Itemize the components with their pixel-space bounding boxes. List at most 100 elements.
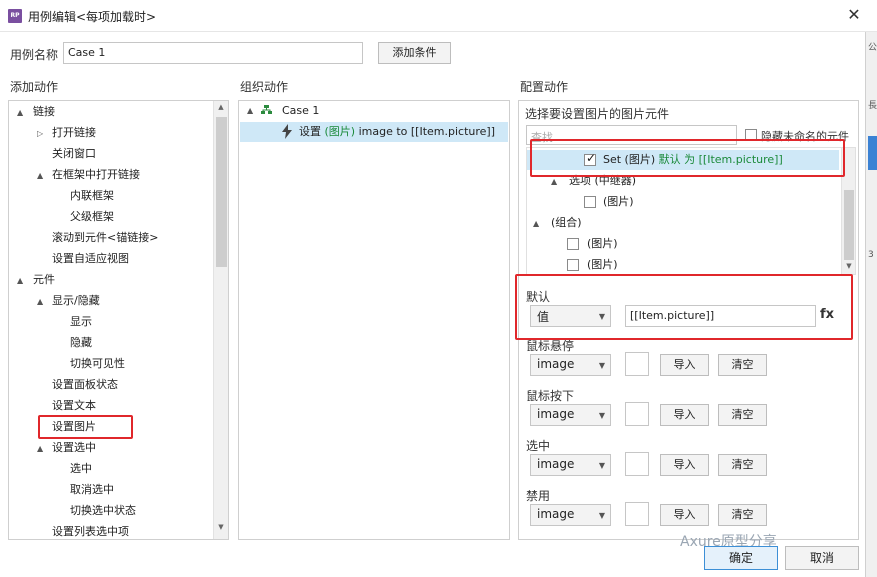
widget-set-value: 默认 为 [[Item.picture]]	[655, 153, 783, 166]
search-placeholder: 查找	[531, 131, 553, 144]
import-button[interactable]: 导入	[660, 504, 709, 526]
configure-actions-panel: 选择要设置图片的图片元件 查找 隐藏未命名的元件 ✓ Set (图片) 默认 为 …	[518, 100, 859, 540]
scroll-down-arrow-icon[interactable]: ▼	[215, 523, 227, 531]
scroll-up-arrow-icon[interactable]: ▲	[215, 103, 227, 111]
image-preview-swatch[interactable]	[625, 452, 649, 476]
background-blue-chip	[868, 136, 877, 170]
widget-label: (组合)	[551, 216, 582, 229]
default-value-input[interactable]: [[Item.picture]]	[625, 305, 816, 327]
action-item[interactable]: 显示/隐藏	[52, 292, 100, 310]
default-type-select[interactable]: 值 ▼	[530, 305, 611, 327]
tree-expander-icon[interactable]: ▲	[37, 171, 43, 180]
state-label: 鼠标悬停	[526, 339, 575, 353]
action-item[interactable]: 设置面板状态	[52, 376, 118, 394]
organize-actions-panel: ▲ Case 1 设置 (图片) image to [[Item.picture…	[238, 100, 510, 540]
widget-scroll-down-icon[interactable]: ▼	[843, 262, 855, 270]
action-item[interactable]: 父级框架	[70, 208, 114, 226]
action-set-image-label[interactable]: 设置 (图片) image to [[Item.picture]]	[299, 123, 495, 141]
add-actions-heading: 添加动作	[10, 80, 59, 94]
tree-expander-icon[interactable]: ▲	[37, 297, 43, 306]
action-item[interactable]: 切换选中状态	[70, 502, 136, 520]
widget-checkbox[interactable]	[567, 238, 579, 250]
background-text-3: 3	[868, 250, 874, 260]
action-item[interactable]: 选中	[70, 460, 92, 478]
tree-expander-icon[interactable]: ▲	[37, 444, 43, 453]
chevron-down-icon: ▼	[598, 312, 605, 321]
state-type-select[interactable]: image ▼	[530, 504, 611, 526]
clear-button[interactable]: 清空	[718, 354, 767, 376]
action-item[interactable]: 滚动到元件<锚链接>	[52, 229, 158, 247]
clear-button[interactable]: 清空	[718, 504, 767, 526]
action-item[interactable]: 打开链接	[52, 124, 96, 142]
cancel-button[interactable]: 取消	[785, 546, 859, 570]
image-preview-swatch[interactable]	[625, 402, 649, 426]
widget-search-input[interactable]: 查找	[526, 125, 737, 145]
widget-expander-icon[interactable]: ▲	[551, 177, 557, 186]
widget-checkbox[interactable]	[584, 196, 596, 208]
action-item[interactable]: 设置图片	[52, 418, 96, 436]
widget-item[interactable]: Set (图片) 默认 为 [[Item.picture]]	[603, 151, 783, 169]
tree-expander-icon[interactable]: ▲	[17, 276, 23, 285]
action-suffix: image to [[Item.picture]]	[355, 125, 496, 138]
state-type-select[interactable]: image ▼	[530, 354, 611, 376]
window-title: 用例编辑<每项加载时>	[28, 10, 157, 24]
widget-checkbox[interactable]	[567, 259, 579, 271]
action-item[interactable]: 切换可见性	[70, 355, 125, 373]
action-item[interactable]: 取消选中	[70, 481, 114, 499]
widget-item[interactable]: (组合)	[551, 214, 582, 232]
background-window-edge	[865, 32, 877, 577]
chevron-down-icon: ▼	[598, 361, 605, 370]
add-actions-scrollbar[interactable]: ▲ ▼	[213, 101, 228, 539]
widget-item[interactable]: (图片)	[587, 256, 618, 274]
action-item[interactable]: 内联框架	[70, 187, 114, 205]
import-button[interactable]: 导入	[660, 354, 709, 376]
widget-tree-scroll-thumb[interactable]	[844, 190, 854, 260]
action-item[interactable]: 显示	[70, 313, 92, 331]
widget-label: (图片)	[603, 195, 634, 208]
clear-button[interactable]: 清空	[718, 454, 767, 476]
fx-button[interactable]: fx	[820, 307, 834, 322]
add-actions-scroll-thumb[interactable]	[216, 117, 227, 267]
clear-button[interactable]: 清空	[718, 404, 767, 426]
widget-expander-icon[interactable]: ▲	[533, 219, 539, 228]
hide-unnamed-checkbox[interactable]	[745, 129, 757, 141]
ok-button[interactable]: 确定	[704, 546, 778, 570]
action-item[interactable]: 元件	[33, 271, 55, 289]
case-expander-icon[interactable]: ▲	[247, 106, 253, 115]
action-item[interactable]: 设置列表选中项	[52, 523, 129, 539]
state-type-select[interactable]: image ▼	[530, 404, 611, 426]
image-preview-swatch[interactable]	[625, 502, 649, 526]
action-item[interactable]: 关闭窗口	[52, 145, 96, 163]
default-type-value: 值	[537, 310, 550, 324]
tree-expander-icon[interactable]: ▷	[37, 129, 43, 138]
add-condition-button[interactable]: 添加条件	[378, 42, 451, 64]
state-type-value: image	[537, 407, 575, 421]
case-name-input[interactable]: Case 1	[63, 42, 363, 64]
widget-tree-scrollbar[interactable]: ▼	[841, 148, 855, 274]
action-item[interactable]: 链接	[33, 103, 55, 121]
chevron-down-icon: ▼	[598, 411, 605, 420]
title-bar: RP 用例编辑<每项加载时> ✕	[0, 0, 877, 32]
state-type-value: image	[537, 457, 575, 471]
widget-item[interactable]: 选项 (中继器)	[569, 172, 636, 190]
hide-unnamed-label: 隐藏未命名的元件	[761, 130, 849, 143]
checkmark-icon: ✓	[586, 151, 597, 165]
widget-checkbox[interactable]: ✓	[584, 151, 597, 166]
action-item[interactable]: 设置自适应视图	[52, 250, 129, 268]
action-item[interactable]: 设置选中	[52, 439, 96, 457]
import-button[interactable]: 导入	[660, 454, 709, 476]
widget-item[interactable]: (图片)	[603, 193, 634, 211]
widget-item[interactable]: (图片)	[587, 235, 618, 253]
case-label[interactable]: Case 1	[282, 102, 319, 120]
configure-subheading: 选择要设置图片的图片元件	[525, 107, 670, 121]
action-item[interactable]: 设置文本	[52, 397, 96, 415]
image-preview-swatch[interactable]	[625, 352, 649, 376]
state-type-select[interactable]: image ▼	[530, 454, 611, 476]
action-item[interactable]: 在框架中打开链接	[52, 166, 140, 184]
import-button[interactable]: 导入	[660, 404, 709, 426]
widget-label: (图片)	[587, 258, 618, 271]
action-item[interactable]: 隐藏	[70, 334, 92, 352]
close-icon[interactable]: ✕	[843, 4, 865, 26]
add-actions-panel: ▲ 链接 ▷ 打开链接关闭窗口 ▲ 在框架中打开链接内联框架父级框架滚动到元件<锚链接> 设…	[8, 100, 229, 540]
tree-expander-icon[interactable]: ▲	[17, 108, 23, 117]
